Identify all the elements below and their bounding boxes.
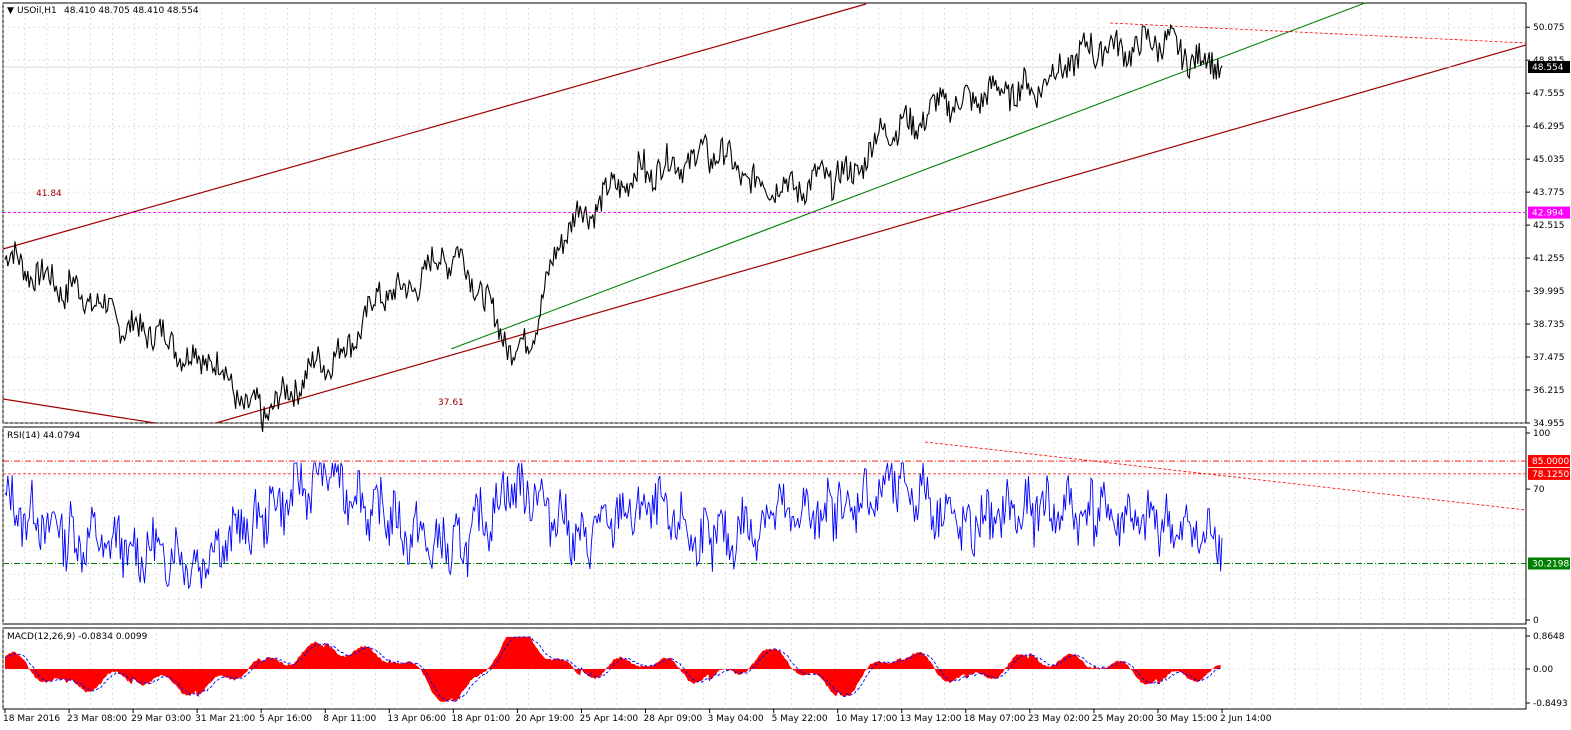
time-axis-tick: 3 May 04:00 [708,714,764,724]
price-axis-tick: 42.515 [1533,221,1565,231]
price-axis-tick: 45.035 [1533,155,1565,165]
time-axis-tick: 10 May 17:00 [836,714,898,724]
time-axis-tick: 29 Mar 03:00 [131,714,191,724]
main-ohlc: 48.410 48.705 48.410 48.554 [64,6,199,16]
price-axis-tick: 50.075 [1533,23,1565,33]
time-axis-tick: 23 May 02:00 [1028,714,1090,724]
trading-chart[interactable]: 50.07548.81547.55546.29545.03543.77542.5… [0,0,1571,730]
price-axis-tick: 43.775 [1533,188,1565,198]
macd-axis-tick: -0.8493 [1533,699,1568,709]
rsi-axis-tick: 100 [1533,429,1550,439]
price-axis-tick: 46.295 [1533,122,1565,132]
time-axis-tick: 5 Apr 16:00 [259,714,312,724]
time-axis-tick: 18 Mar 2016 [3,714,60,724]
time-axis-tick: 25 May 20:00 [1092,714,1154,724]
price-axis-tick: 41.255 [1533,254,1565,264]
price-line [4,23,1223,432]
time-axis-tick: 13 Apr 06:00 [387,714,446,724]
rsi-axis-tick: 0 [1533,616,1539,626]
grid [2,3,1526,709]
rsi-level-78-label: 78.1250 [1532,470,1569,480]
price-axis-tick: 38.735 [1533,320,1565,330]
channel-left-line [2,398,156,424]
time-axis-tick: 28 Apr 09:00 [644,714,703,724]
time-axis-tick: 5 May 22:00 [772,714,828,724]
price-axis-tick: 37.475 [1533,353,1565,363]
time-axis-tick: 25 Apr 14:00 [579,714,638,724]
macd-title: MACD(12,26,9) -0.0834 0.0099 [7,632,148,642]
rsi-trend-line [924,441,1527,511]
annotation-low: 37.61 [438,398,464,408]
macd-axis-tick: 0.8648 [1533,632,1565,642]
time-axis-tick: 20 Apr 19:00 [515,714,574,724]
annotation-high: 41.84 [36,189,62,199]
last-price-label: 48.554 [1532,63,1564,73]
resistance-line [1109,22,1527,44]
rsi-level-30-label: 30.2198 [1532,559,1569,569]
time-axis-tick: 18 May 07:00 [964,714,1026,724]
time-axis-tick: 31 Mar 21:00 [195,714,255,724]
time-axis-tick: 23 Mar 08:00 [67,714,127,724]
main-title: USOil,H1 [17,6,57,16]
time-axis-tick: 18 Apr 01:00 [451,714,510,724]
price-axis-tick: 36.215 [1533,386,1565,396]
price-axis-tick: 39.995 [1533,287,1565,297]
channel-lower-line [215,44,1527,424]
main-title-arrow: ▼ [7,6,14,16]
macd-histogram [5,636,1221,702]
rsi-axis-tick: 70 [1533,485,1545,495]
price-axis-tick: 34.955 [1533,419,1565,429]
time-axis-tick: 8 Apr 11:00 [323,714,376,724]
drawings [2,2,1527,564]
rsi-title: RSI(14) 44.0794 [7,431,80,441]
time-axis-tick: 30 May 15:00 [1156,714,1218,724]
price-axis-tick: 47.555 [1533,89,1565,99]
time-axis-tick: 2 Jun 14:00 [1220,714,1272,724]
time-axis-tick: 13 May 12:00 [900,714,962,724]
axes: 50.07548.81547.55546.29545.03543.77542.5… [3,23,1570,724]
hline-label: 42.994 [1532,209,1564,219]
trend-line [450,2,1366,350]
rsi-level-85-label: 85.0000 [1532,457,1569,467]
macd-axis-tick: 0.00 [1533,665,1553,675]
